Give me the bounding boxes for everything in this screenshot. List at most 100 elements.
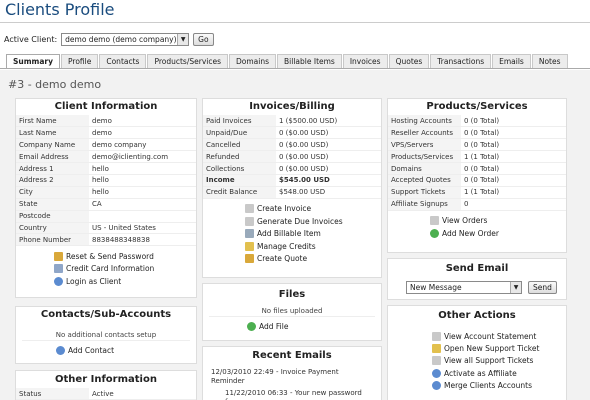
table-row: Domains 0 (0 Total) [388, 162, 566, 175]
no-files-message: No files uploaded [209, 305, 375, 317]
row-key: Support Tickets [388, 186, 461, 199]
row-value: demo@iclienting.com [89, 150, 196, 164]
invoices-table: Paid Invoices 1 ($500.00 USD) Unpaid/Due 0 … [203, 115, 381, 199]
tab-contacts[interactable]: Contacts [99, 54, 147, 68]
row-value: 0 (0 Total) [461, 138, 566, 152]
row-key: Address 2 [16, 174, 89, 187]
add-billable-item-link[interactable]: Add Billable Item [245, 228, 381, 240]
products-services-title: Products/Services [426, 101, 528, 112]
product-links: View Orders Add New Order [388, 211, 566, 240]
products-table: Hosting Accounts 0 (0 Total) Reseller Acco… [388, 115, 566, 211]
go-button[interactable]: Go [193, 33, 214, 46]
recent-emails-title: Recent Emails [252, 350, 332, 361]
other-actions-links: View Account Statement Open New Support … [388, 324, 566, 392]
table-row: Income $545.00 USD [203, 174, 381, 187]
view-support-tickets-link[interactable]: View all Support Tickets [432, 355, 566, 367]
open-support-ticket-link[interactable]: Open New Support Ticket [432, 342, 566, 354]
tab-bar: Summary Profile Contacts Products/Servic… [0, 54, 590, 69]
view-orders-link[interactable]: View Orders [430, 215, 566, 227]
credit-card-link[interactable]: Credit Card Information [54, 263, 196, 275]
row-key: City [16, 186, 89, 199]
row-value: 0 ($0.00 USD) [276, 162, 381, 175]
row-value: demo company [89, 138, 196, 152]
email-item[interactable]: 11/22/2010 06:33 - Your new password for [203, 389, 381, 400]
table-row: VPS/Servers 0 (0 Total) [388, 138, 566, 152]
no-contacts-message: No additional contacts setup [22, 329, 190, 341]
email-template-select[interactable]: New Message ▼ [406, 281, 522, 294]
row-value: 0 (0 Total) [461, 115, 566, 128]
login-as-client-label: Login as Client [66, 276, 122, 286]
active-client-select[interactable]: demo demo (demo company) ▼ [61, 33, 190, 46]
table-row: Hosting Accounts 0 (0 Total) [388, 115, 566, 128]
status-key: Status [16, 388, 89, 400]
key-icon [54, 251, 63, 261]
create-quote-link[interactable]: Create Quote [245, 252, 381, 264]
other-actions-title: Other Actions [438, 310, 516, 321]
add-contact-link[interactable]: Add Contact [56, 344, 196, 356]
row-key: Country [16, 222, 89, 235]
row-key: Credit Balance [203, 186, 276, 199]
manage-credits-label: Manage Credits [257, 241, 316, 251]
ticket-icon [432, 344, 441, 354]
activate-affiliate-link[interactable]: Activate as Affiliate [432, 367, 566, 379]
add-file-label: Add File [259, 321, 289, 331]
row-value: demo [89, 126, 196, 140]
client-information-title: Client Information [54, 101, 158, 112]
row-key: Last Name [16, 126, 89, 140]
tab-profile[interactable]: Profile [61, 54, 99, 68]
row-value: hello [89, 162, 196, 175]
tab-transactions[interactable]: Transactions [430, 54, 492, 68]
table-row: Accepted Quotes 0 (0 Total) [388, 174, 566, 187]
invoices-billing-title: Invoices/Billing [249, 101, 335, 112]
send-button[interactable]: Send [528, 281, 557, 294]
view-account-statement-link[interactable]: View Account Statement [432, 330, 566, 342]
add-billable-item-label: Add Billable Item [257, 229, 321, 239]
send-email-panel: Send Email New Message ▼ Send [387, 258, 567, 300]
email-item[interactable]: 12/03/2010 22:49 - Invoice Payment Remin… [203, 368, 381, 386]
table-row: Paid Invoices 1 ($500.00 USD) [203, 115, 381, 128]
tab-notes[interactable]: Notes [531, 54, 568, 68]
client-links: Reset & Send Password Credit Card Inform… [16, 246, 196, 287]
client-heading: #3 - demo demo [8, 78, 102, 91]
manage-credits-link[interactable]: Manage Credits [245, 240, 381, 252]
document-icon [245, 216, 254, 226]
row-value [89, 210, 196, 223]
row-value: 8838488348838 [89, 233, 196, 247]
other-information-title: Other Information [55, 374, 157, 385]
tab-products-services[interactable]: Products/Services [147, 54, 228, 68]
row-key: Address 1 [16, 162, 89, 175]
row-key: Reseller Accounts [388, 126, 461, 140]
reset-password-link[interactable]: Reset & Send Password [54, 250, 196, 262]
active-client-label: Active Client: [4, 35, 58, 44]
chevron-down-icon: ▼ [510, 282, 521, 293]
tab-domains[interactable]: Domains [229, 54, 277, 68]
client-information-panel: Client Information First Name demo Last Na… [15, 98, 197, 298]
tab-emails[interactable]: Emails [492, 54, 531, 68]
row-key: Phone Number [16, 233, 89, 247]
add-file-link[interactable]: Add File [247, 320, 381, 332]
statement-icon [432, 331, 441, 341]
add-icon [247, 321, 256, 331]
table-row: Refunded 0 ($0.00 USD) [203, 150, 381, 164]
create-invoice-label: Create Invoice [257, 204, 312, 214]
generate-due-invoices-link[interactable]: Generate Due Invoices [245, 215, 381, 227]
table-row: Support Tickets 1 (1 Total) [388, 186, 566, 199]
create-invoice-link[interactable]: Create Invoice [245, 203, 381, 215]
login-as-client-link[interactable]: Login as Client [54, 275, 196, 287]
invoice-links: Create Invoice Generate Due Invoices Add… [203, 199, 381, 265]
table-row: Country US - United States [16, 222, 196, 235]
view-account-statement-label: View Account Statement [444, 331, 537, 341]
table-row: Address 1 hello [16, 162, 196, 175]
tab-invoices[interactable]: Invoices [342, 54, 388, 68]
add-new-order-link[interactable]: Add New Order [430, 227, 566, 239]
table-row: City hello [16, 186, 196, 199]
tab-billable-items[interactable]: Billable Items [277, 54, 342, 68]
row-key: Income [203, 174, 276, 187]
tab-quotes[interactable]: Quotes [388, 54, 430, 68]
row-value: hello [89, 186, 196, 199]
affiliate-icon [432, 368, 441, 378]
merge-clients-link[interactable]: Merge Clients Accounts [432, 380, 566, 392]
tab-summary[interactable]: Summary [6, 54, 61, 68]
row-value: demo [89, 115, 196, 128]
view-orders-label: View Orders [442, 216, 488, 226]
